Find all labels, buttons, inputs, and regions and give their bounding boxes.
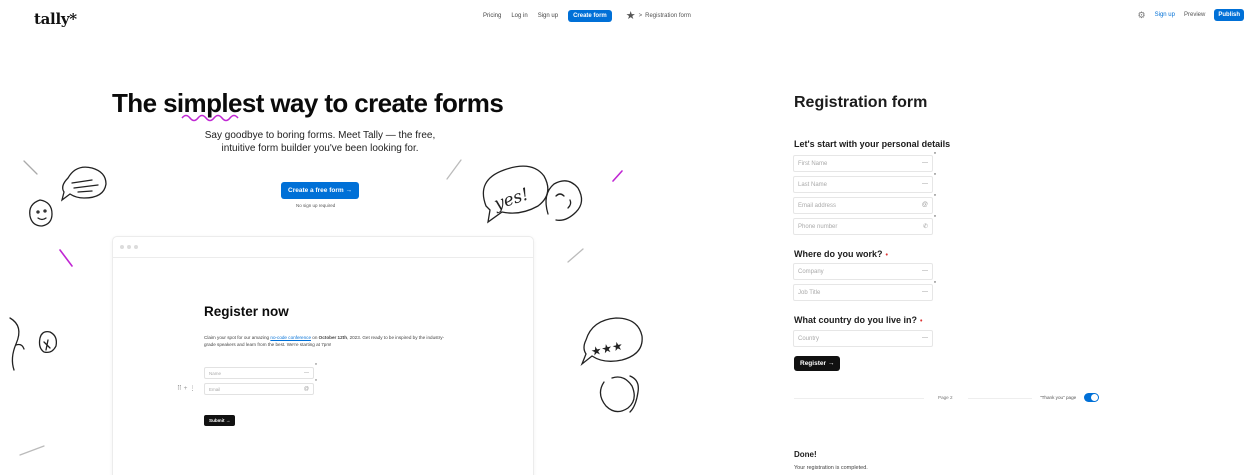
preview-date: October 12th [318, 335, 348, 340]
breadcrumb-separator: > [638, 12, 643, 19]
name-placeholder: Name [209, 371, 222, 376]
preview-title: Register now [204, 304, 289, 319]
job-title-field[interactable]: Job Title — * [793, 281, 936, 301]
star-icon[interactable]: ★ [626, 9, 636, 22]
create-form-button[interactable]: Create form [568, 9, 612, 22]
text-icon: — [304, 370, 309, 376]
publish-button[interactable]: Publish [1214, 9, 1244, 21]
toggle-knob [1091, 394, 1098, 401]
section-country-label: What country do you live in? [794, 315, 918, 325]
text-icon: — [922, 181, 928, 187]
nav-login[interactable]: Log in [511, 13, 527, 19]
window-titlebar [113, 237, 533, 258]
text-icon: — [922, 268, 928, 274]
breadcrumb-title[interactable]: Registration form [645, 13, 691, 19]
required-asterisk: * [315, 363, 317, 369]
email-placeholder: Email [209, 387, 221, 392]
last-name-placeholder: Last Name [798, 182, 828, 188]
done-message[interactable]: Your registration is completed. [794, 465, 868, 471]
form-preview-window: Register now Claim your spot for our ama… [112, 236, 534, 475]
country-field[interactable]: Country — [793, 330, 933, 347]
squiggle-underline-icon [181, 114, 239, 122]
done-title[interactable]: Done! [794, 450, 817, 459]
required-dot: • [885, 252, 888, 259]
text-icon: — [922, 289, 928, 295]
thank-you-page-toggle[interactable] [1084, 393, 1099, 402]
block-drag-handle-icon[interactable]: ⠿ + ⋮ [177, 384, 196, 392]
hero-subtitle-line1: Say goodbye to boring forms. Meet Tally … [204, 130, 436, 141]
preview-text-part: on [311, 335, 319, 340]
first-name-field[interactable]: First Name — * [793, 152, 936, 172]
required-asterisk: * [934, 215, 936, 221]
window-dot-icon [134, 245, 138, 249]
section-country-heading[interactable]: What country do you live in? • [794, 315, 922, 325]
at-icon: @ [921, 202, 928, 208]
page-divider [794, 398, 924, 399]
required-asterisk: * [934, 152, 936, 158]
signup-link[interactable]: Sign up [1155, 12, 1175, 18]
doodle-yes-text: yes! [491, 185, 532, 215]
phone-placeholder: Phone number [798, 224, 838, 230]
form-title[interactable]: Registration form [794, 94, 927, 112]
register-button[interactable]: Register → [794, 356, 841, 371]
section-work-label: Where do you work? [794, 249, 883, 259]
required-asterisk: * [934, 173, 936, 179]
svg-text:★★★: ★★★ [590, 339, 624, 359]
preview-description: Claim your spot for our amazing no-code … [204, 334, 449, 348]
top-nav: Pricing Log in Sign up Create form ★ > R… [483, 9, 691, 22]
section-personal-heading[interactable]: Let's start with your personal details [794, 139, 950, 149]
nav-signup[interactable]: Sign up [538, 13, 558, 19]
required-asterisk: * [315, 379, 317, 385]
editor-toolbar: ⚙ Sign up Preview Publish [1138, 9, 1244, 21]
nav-pricing[interactable]: Pricing [483, 13, 501, 19]
email-placeholder: Email address [798, 203, 837, 209]
hero-title: The simplest way to create forms [112, 88, 504, 119]
preview-submit-button[interactable]: Submit → [204, 415, 236, 426]
preview-email-field[interactable]: Email @ * [204, 379, 317, 395]
last-name-field[interactable]: Last Name — * [793, 173, 936, 193]
company-field[interactable]: Company — [793, 263, 933, 280]
phone-icon: ✆ [922, 224, 928, 230]
first-name-placeholder: First Name [798, 161, 828, 167]
preview-text-part: Claim your spot for our amazing [204, 335, 271, 340]
hero-title-before: The [112, 88, 164, 118]
conference-link[interactable]: no-code conference [270, 335, 311, 340]
hero-subtitle: Say goodbye to boring forms. Meet Tally … [180, 129, 460, 155]
email-address-field[interactable]: Email address @ * [793, 194, 936, 214]
page-label: Page 2 [938, 395, 953, 400]
at-icon: @ [303, 386, 309, 392]
required-asterisk: * [934, 281, 936, 287]
text-icon: — [922, 160, 928, 166]
country-placeholder: Country [798, 336, 820, 342]
preview-name-field[interactable]: Name — * [204, 363, 317, 379]
job-title-placeholder: Job Title [798, 290, 821, 296]
required-asterisk: * [934, 194, 936, 200]
section-work-heading[interactable]: Where do you work? • [794, 249, 888, 259]
hero-subtitle-line2: intuitive form builder you've been looki… [221, 143, 419, 154]
required-dot: • [920, 318, 923, 325]
page-divider [968, 398, 1032, 399]
settings-gear-icon[interactable]: ⚙ [1138, 10, 1146, 21]
preview-button[interactable]: Preview [1184, 12, 1205, 18]
thank-you-page-label: "Thank you" page [1040, 395, 1077, 400]
tally-logo[interactable]: tally* [34, 10, 77, 28]
window-dot-icon [127, 245, 131, 249]
hero-title-after: way to create forms [263, 88, 504, 118]
phone-number-field[interactable]: Phone number ✆ * [793, 215, 936, 235]
company-placeholder: Company [798, 269, 824, 275]
breadcrumb: ★ > Registration form [626, 9, 691, 22]
text-icon: — [922, 335, 928, 341]
create-free-form-button[interactable]: Create a free form → [281, 182, 359, 199]
window-dot-icon [120, 245, 124, 249]
no-signup-note: No sign up required [296, 203, 336, 208]
